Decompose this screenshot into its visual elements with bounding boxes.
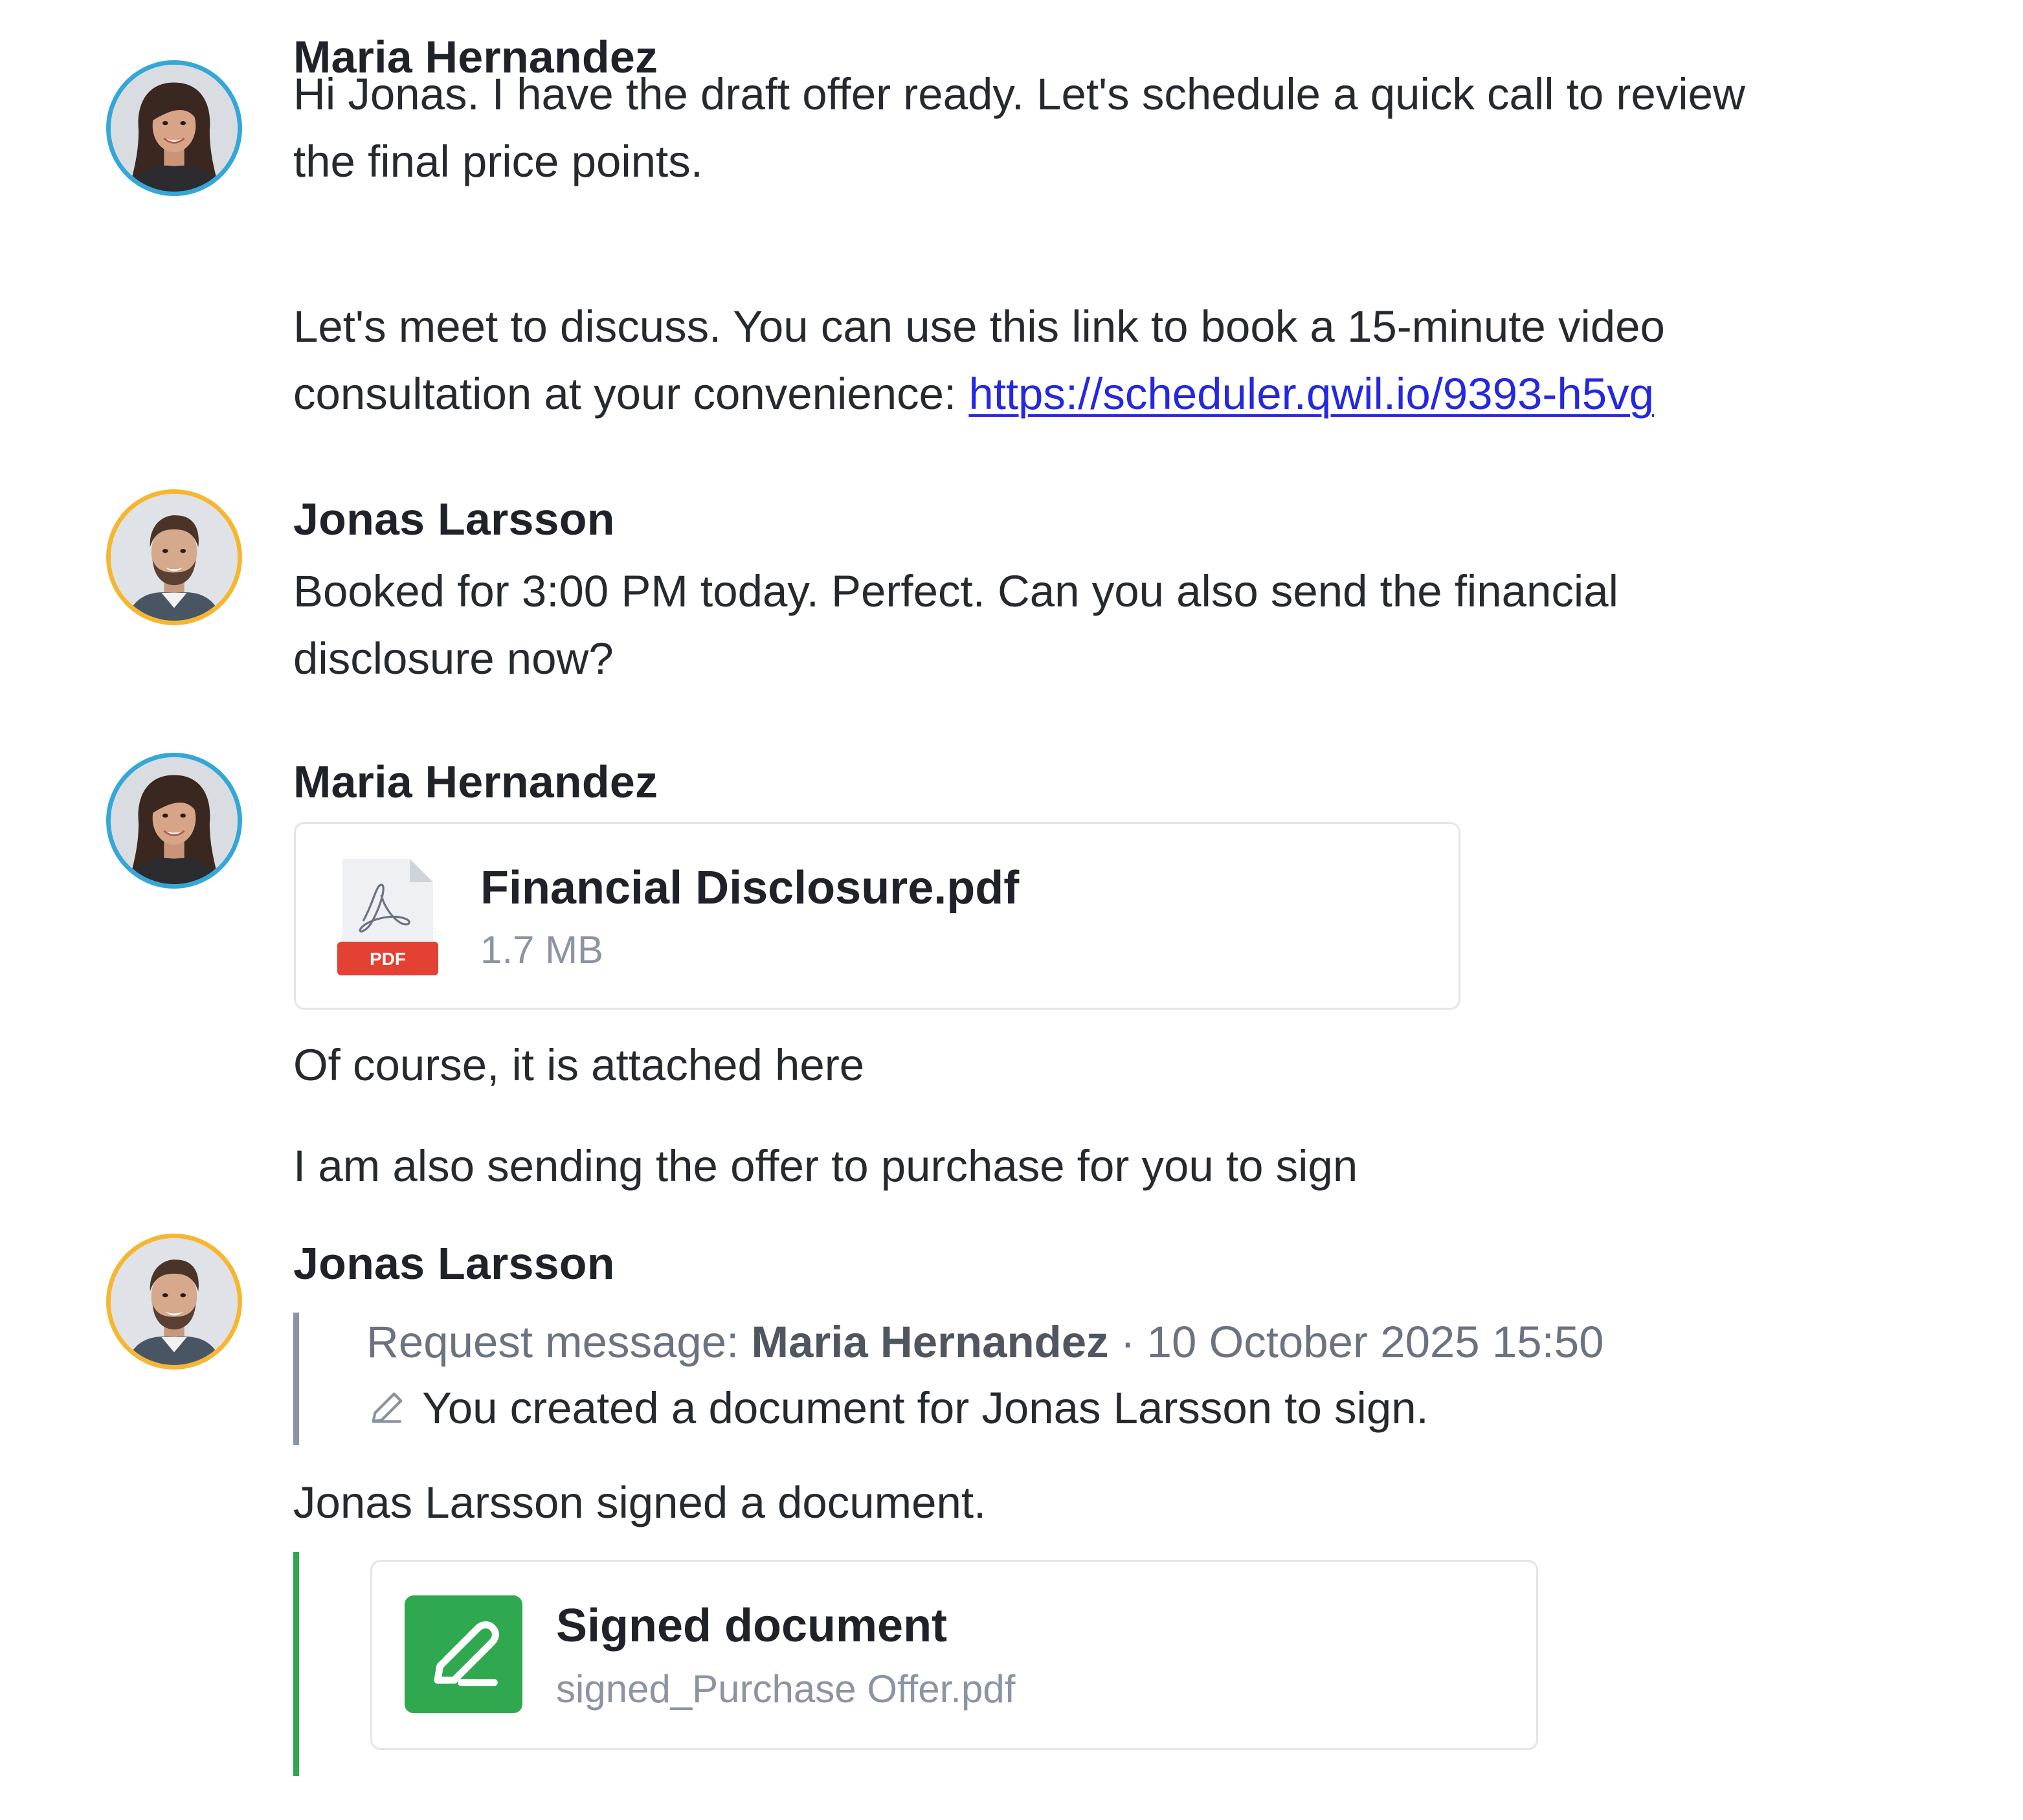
avatar-jonas-photo-icon <box>111 494 238 621</box>
file-attachment-card[interactable]: PDF Financial Disclosure.pdf 1.7 MB <box>294 822 1460 1010</box>
message-text-line: Of course, it is attached here <box>293 1040 865 1090</box>
avatar-maria-photo-icon <box>111 757 238 884</box>
status-text: Jonas Larsson signed a document. <box>293 1469 1912 1537</box>
scheduler-link[interactable]: https://scheduler.qwil.io/9393-h5vg <box>968 369 1654 419</box>
message-text-line: I am also sending the offer to purchase … <box>293 1141 1358 1191</box>
file-size: 1.7 MB <box>480 928 604 971</box>
quote-body: You created a document for Jonas Larsson… <box>366 1382 1429 1434</box>
message-text-line: Booked for 3:00 PM today. Perfect. Can y… <box>293 566 1618 616</box>
avatar-jonas-larsson[interactable] <box>106 1234 242 1370</box>
avatar-jonas-larsson[interactable] <box>106 489 242 625</box>
signed-document-block: Signed document signed_Purchase Offer.pd… <box>293 1552 1538 1776</box>
message-text-line: consultation at your convenience: https:… <box>293 361 1912 428</box>
quote-label: Request message: <box>366 1317 752 1367</box>
quote-text: You created a document for Jonas Larsson… <box>422 1383 1429 1433</box>
status-text-line: Jonas Larsson signed a document. <box>293 1478 987 1527</box>
signed-document-card[interactable]: Signed document signed_Purchase Offer.pd… <box>370 1560 1538 1750</box>
pdf-file-icon: PDF <box>337 859 438 975</box>
signature-pen-icon <box>405 1595 522 1713</box>
message-text-line: disclosure now? <box>293 634 614 683</box>
message-text: Hi Jonas. I have the draft offer ready. … <box>293 61 1912 195</box>
message-text-line: Let's meet to discuss. You can use this … <box>293 302 1665 351</box>
signed-document-title: Signed document <box>556 1600 948 1652</box>
avatar-maria-hernandez[interactable] <box>106 753 242 889</box>
message-text: Let's meet to discuss. You can use this … <box>293 293 1912 428</box>
quoted-request-message[interactable]: Request message: Maria Hernandez · 10 Octo… <box>293 1313 1782 1445</box>
avatar-maria-photo-icon <box>111 65 238 192</box>
message-text: I am also sending the offer to purchase … <box>293 1133 1912 1200</box>
message-author: Maria Hernandez <box>293 757 658 807</box>
quote-header: Request message: Maria Hernandez · 10 Octo… <box>366 1316 1604 1368</box>
avatar-maria-hernandez[interactable] <box>106 60 242 196</box>
quote-separator: · <box>1120 1317 1135 1367</box>
message-text: Of course, it is attached here <box>293 1032 1912 1099</box>
signed-document-filename: signed_Purchase Offer.pdf <box>556 1667 1016 1711</box>
quote-timestamp: 10 October 2025 15:50 <box>1146 1317 1604 1367</box>
quote-author: Maria Hernandez <box>751 1317 1109 1367</box>
message-text: Booked for 3:00 PM today. Perfect. Can y… <box>293 558 1912 693</box>
pen-icon <box>372 1392 403 1423</box>
link-prefix-text: consultation at your convenience: <box>293 369 969 419</box>
message-text-line: Hi Jonas. I have the draft offer ready. … <box>293 69 1745 119</box>
message-text-line: the final price points. <box>293 137 703 186</box>
pdf-badge-text: PDF <box>370 949 406 969</box>
avatar-jonas-photo-icon <box>111 1238 238 1365</box>
file-name: Financial Disclosure.pdf <box>480 862 1020 914</box>
message-author: Jonas Larsson <box>293 1238 615 1289</box>
message-author: Jonas Larsson <box>293 494 615 544</box>
